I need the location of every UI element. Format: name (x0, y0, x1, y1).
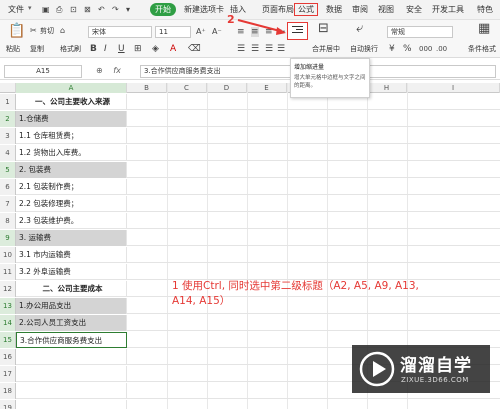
name-box[interactable]: A15 (4, 65, 82, 78)
row-header[interactable]: 14 (0, 315, 16, 331)
table-row: 5 2. 包装费 (0, 162, 500, 178)
table-row: 2 1.仓储费 (0, 111, 500, 127)
fx-icon[interactable]: fx (113, 66, 121, 75)
watermark-subtitle: ZIXUE.3D66.COM (401, 376, 469, 384)
row-header[interactable]: 1 (0, 94, 16, 110)
tooltip: 增加缩进量 增大单元格中边框与文字之间的距离。 (290, 58, 370, 98)
annotation-line-2: A14, A15） (172, 295, 231, 307)
cell-a7[interactable]: 2.2 包装修理费； (16, 196, 127, 212)
row-header[interactable]: 3 (0, 128, 16, 144)
row-header[interactable]: 13 (0, 298, 16, 314)
column-header-c[interactable]: C (167, 83, 207, 93)
table-row: 9 3. 运输费 (0, 230, 500, 246)
table-row: 3 1.1 仓库租赁费； (0, 128, 500, 144)
row-header[interactable]: 19 (0, 400, 16, 409)
cell-a12[interactable]: 二、公司主要成本 (16, 281, 127, 297)
row-header[interactable]: 8 (0, 213, 16, 229)
row-header[interactable]: 12 (0, 281, 16, 297)
table-row: 7 2.2 包装修理费； (0, 196, 500, 212)
column-header-e[interactable]: E (247, 83, 287, 93)
row-header[interactable]: 17 (0, 366, 16, 382)
tooltip-title: 增加缩进量 (294, 64, 325, 71)
row-header[interactable]: 18 (0, 383, 16, 399)
cell-a17[interactable] (16, 366, 127, 382)
column-header-i[interactable]: I (407, 83, 500, 93)
instruction-annotation: 1 使用Ctrl, 同时选中第二级标题（A2, A5, A9, A13, A14… (172, 279, 472, 309)
cell-a6[interactable]: 2.1 包装制作费； (16, 179, 127, 195)
annotation-line-1: 1 使用Ctrl, 同时选中第二级标题（A2, A5, A9, A13, (172, 280, 419, 292)
table-row: 1 一、公司主要收入来源 (0, 94, 500, 110)
formula-bar: A15 ⊕ fx 3.合作供应商服务费支出 (0, 62, 500, 80)
row-header[interactable]: 15 (0, 332, 16, 348)
column-header-h[interactable]: H (367, 83, 407, 93)
cell-a9[interactable]: 3. 运输费 (16, 230, 127, 246)
cell-a14[interactable]: 2.公司人员工资支出 (16, 315, 127, 331)
cell-a13[interactable]: 1.办公用品支出 (16, 298, 127, 314)
table-row: 11 3.2 外阜运输费 (0, 264, 500, 280)
cell-a4[interactable]: 1.2 货物出入库费。 (16, 145, 127, 161)
cell-a1[interactable]: 一、公司主要收入来源 (16, 94, 127, 110)
column-header-a[interactable]: A (16, 83, 127, 93)
row-header[interactable]: 5 (0, 162, 16, 178)
cell-a10[interactable]: 3.1 市内运输费 (16, 247, 127, 263)
row-header[interactable]: 4 (0, 145, 16, 161)
table-row: 8 2.3 包装维护费。 (0, 213, 500, 229)
cell-a15[interactable]: 3.合作供应商服务费支出 (16, 332, 127, 348)
select-all-corner[interactable] (0, 83, 16, 93)
row-header[interactable]: 16 (0, 349, 16, 365)
cell-a11[interactable]: 3.2 外阜运输费 (16, 264, 127, 280)
play-logo-icon (359, 351, 395, 387)
cell-a3[interactable]: 1.1 仓库租赁费； (16, 128, 127, 144)
row-header[interactable]: 10 (0, 247, 16, 263)
fx-icons: ⊕ fx (96, 66, 121, 75)
tooltip-description: 增大单元格中边框与文字之间的距离。 (294, 75, 366, 89)
table-row: 19 (0, 400, 500, 409)
cell-a19[interactable] (16, 400, 127, 409)
row-header[interactable]: 7 (0, 196, 16, 212)
zoom-icon[interactable]: ⊕ (96, 66, 103, 75)
row-header[interactable]: 2 (0, 111, 16, 127)
cell-a16[interactable] (16, 349, 127, 365)
column-header-b[interactable]: B (127, 83, 167, 93)
row-header[interactable]: 6 (0, 179, 16, 195)
column-header-d[interactable]: D (207, 83, 247, 93)
table-row: 10 3.1 市内运输费 (0, 247, 500, 263)
cell-a5[interactable]: 2. 包装费 (16, 162, 127, 178)
arrow-icon (237, 19, 286, 35)
watermark-title: 溜溜自学 (400, 356, 472, 376)
watermark: 溜溜自学 ZIXUE.3D66.COM (352, 345, 490, 393)
row-header[interactable]: 11 (0, 264, 16, 280)
row-header[interactable]: 9 (0, 230, 16, 246)
cell-a2[interactable]: 1.仓储费 (16, 111, 127, 127)
table-row: 14 2.公司人员工资支出 (0, 315, 500, 331)
table-row: 6 2.1 包装制作费； (0, 179, 500, 195)
cell-a18[interactable] (16, 383, 127, 399)
cell-a8[interactable]: 2.3 包装维护费。 (16, 213, 127, 229)
table-row: 4 1.2 货物出入库费。 (0, 145, 500, 161)
column-headers: A B C D E F G H I (0, 83, 500, 93)
